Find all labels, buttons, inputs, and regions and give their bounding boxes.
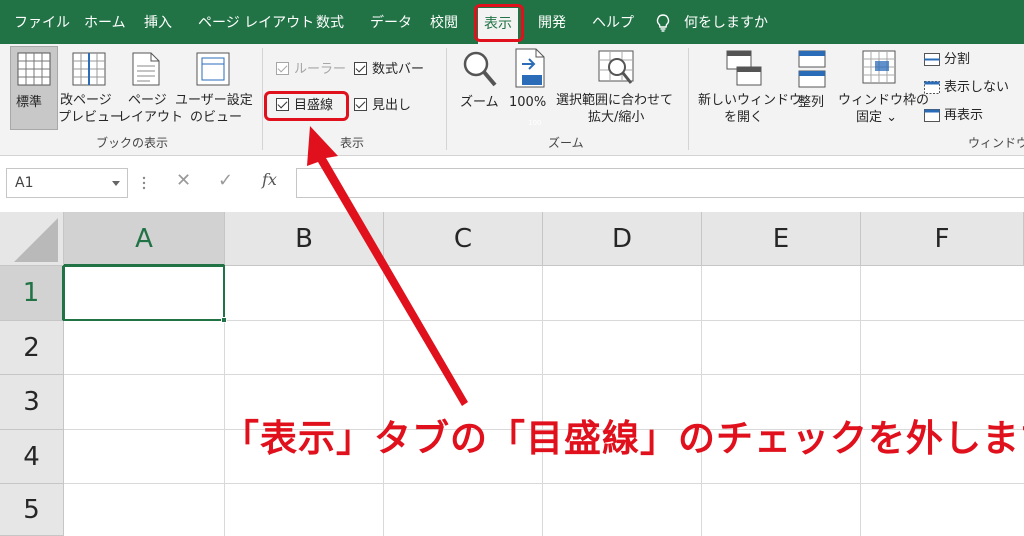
- column-header-c[interactable]: C: [384, 212, 543, 266]
- headings-checkbox[interactable]: 見出し: [354, 96, 411, 116]
- row-header-2[interactable]: 2: [0, 321, 64, 375]
- insert-function-button[interactable]: fx: [262, 170, 277, 189]
- zoom-to-selection-label-2: 拡大/縮小: [588, 110, 645, 125]
- column-header-b[interactable]: B: [225, 212, 384, 266]
- name-box[interactable]: A1: [6, 168, 128, 198]
- column-gridline: [383, 266, 384, 536]
- name-box-dropdown-icon[interactable]: [112, 181, 120, 186]
- workbook-views-group-label: ブックの表示: [96, 136, 169, 150]
- column-header-f[interactable]: F: [861, 212, 1024, 266]
- tab-help[interactable]: ヘルプ: [592, 0, 634, 44]
- group-separator: [688, 48, 689, 150]
- page-break-preview-label-2: プレビュー: [58, 110, 124, 125]
- select-all-triangle-icon: [14, 218, 58, 262]
- unhide-window-icon: [924, 109, 940, 122]
- tab-page-layout[interactable]: ページ レイアウト: [198, 0, 314, 44]
- cancel-entry-button[interactable]: ✕: [176, 170, 191, 191]
- page-break-preview-label-1: 改ページ: [60, 93, 112, 108]
- zoom-100-label[interactable]: 100%: [509, 94, 546, 111]
- hide-window-button[interactable]: 表示しない: [944, 79, 1009, 96]
- tab-data[interactable]: データ: [370, 0, 412, 44]
- custom-views-icon[interactable]: [196, 52, 230, 86]
- freeze-panes-label-2: 固定 ⌄: [856, 110, 898, 125]
- page-layout-label-2: レイアウト: [118, 110, 184, 125]
- formula-bar: A1 ✕ ✓ fx: [0, 156, 1024, 212]
- new-window-icon[interactable]: [726, 50, 762, 88]
- formula-bar-label: 数式バー: [372, 62, 425, 77]
- column-header-e[interactable]: E: [702, 212, 861, 266]
- row-gridline: [64, 374, 1024, 375]
- tab-home[interactable]: ホーム: [84, 0, 126, 44]
- select-all-button[interactable]: [0, 212, 64, 266]
- show-group-label: 表示: [340, 136, 365, 150]
- column-header-a[interactable]: A: [64, 212, 225, 266]
- menu-bar: ファイル ホーム 挿入 ページ レイアウト 数式 データ 校閲 表示 開発 ヘル…: [0, 0, 1024, 44]
- formula-input[interactable]: [296, 168, 1024, 198]
- arrange-all-icon[interactable]: [798, 50, 826, 88]
- column-gridline: [542, 266, 543, 536]
- formula-bar-check-icon: [354, 62, 367, 75]
- column-gridline: [860, 266, 861, 536]
- group-separator: [446, 48, 447, 150]
- unhide-window-button[interactable]: 再表示: [944, 107, 983, 124]
- page-break-preview-icon[interactable]: [72, 52, 106, 86]
- headings-label: 見出し: [372, 98, 412, 113]
- row-gridline: [64, 483, 1024, 484]
- custom-views-label-1: ユーザー設定: [175, 93, 253, 108]
- hide-window-icon: [924, 81, 940, 94]
- lightbulb-icon: [656, 14, 670, 32]
- ribbon: 標準 改ページ プレビュー ページ レイアウト ユーザー設定 のビュー ブックの…: [0, 44, 1024, 156]
- zoom-100-badge: 100: [528, 119, 542, 127]
- window-group-label: ウィンドウ: [968, 136, 1024, 150]
- worksheet-grid: A B C D E F 1 2 3 4 5: [0, 212, 1024, 536]
- column-gridline: [701, 266, 702, 536]
- group-separator: [262, 48, 263, 150]
- split-button[interactable]: 分割: [944, 51, 970, 68]
- normal-view-icon: [17, 52, 51, 86]
- zoom-to-selection-icon[interactable]: [598, 50, 636, 88]
- zoom-100-icon[interactable]: [514, 48, 546, 88]
- headings-check-icon: [354, 98, 367, 111]
- gridlines-highlight-box: [264, 91, 349, 121]
- ruler-label: ルーラー: [294, 62, 347, 77]
- column-header-d[interactable]: D: [543, 212, 702, 266]
- new-window-label-2: を開く: [724, 110, 764, 125]
- custom-views-label-2: のビュー: [190, 110, 243, 125]
- tab-developer[interactable]: 開発: [538, 0, 566, 44]
- tell-me-search[interactable]: 何をしますか: [684, 0, 768, 44]
- magnifier-icon[interactable]: [462, 50, 498, 88]
- tab-formulas[interactable]: 数式: [316, 0, 344, 44]
- drag-handle-icon[interactable]: [142, 174, 146, 192]
- ruler-checkbox[interactable]: ルーラー: [276, 60, 346, 80]
- tab-file[interactable]: ファイル: [14, 0, 70, 44]
- split-icon: [924, 53, 940, 66]
- row-header-1[interactable]: 1: [0, 266, 64, 321]
- tab-insert[interactable]: 挿入: [144, 0, 172, 44]
- active-cell-a1[interactable]: [63, 265, 225, 321]
- page-layout-icon[interactable]: [132, 52, 160, 86]
- normal-view-label: 標準: [16, 95, 43, 110]
- row-header-3[interactable]: 3: [0, 375, 64, 430]
- page-layout-label-1: ページ: [128, 93, 167, 108]
- formula-bar-checkbox[interactable]: 数式バー: [354, 60, 424, 80]
- freeze-panes-icon[interactable]: [862, 50, 896, 88]
- freeze-panes-label-1: ウィンドウ枠の: [838, 93, 930, 108]
- ruler-check-icon: [276, 62, 289, 75]
- view-tab-highlight: [474, 4, 524, 42]
- annotation-instruction: 「表示」タブの「目盛線」のチェックを外します: [222, 417, 1024, 460]
- new-window-label-1: 新しいウィンドウ: [698, 93, 803, 108]
- zoom-button-label[interactable]: ズーム: [460, 94, 499, 111]
- zoom-to-selection-label-1: 選択範囲に合わせて: [556, 93, 674, 108]
- row-header-4[interactable]: 4: [0, 430, 64, 484]
- fill-handle[interactable]: [221, 317, 227, 323]
- zoom-group-label: ズーム: [548, 136, 584, 150]
- arrange-all-label[interactable]: 整列: [798, 94, 824, 111]
- confirm-entry-button[interactable]: ✓: [218, 170, 233, 191]
- tab-review[interactable]: 校閲: [430, 0, 458, 44]
- row-header-5[interactable]: 5: [0, 484, 64, 536]
